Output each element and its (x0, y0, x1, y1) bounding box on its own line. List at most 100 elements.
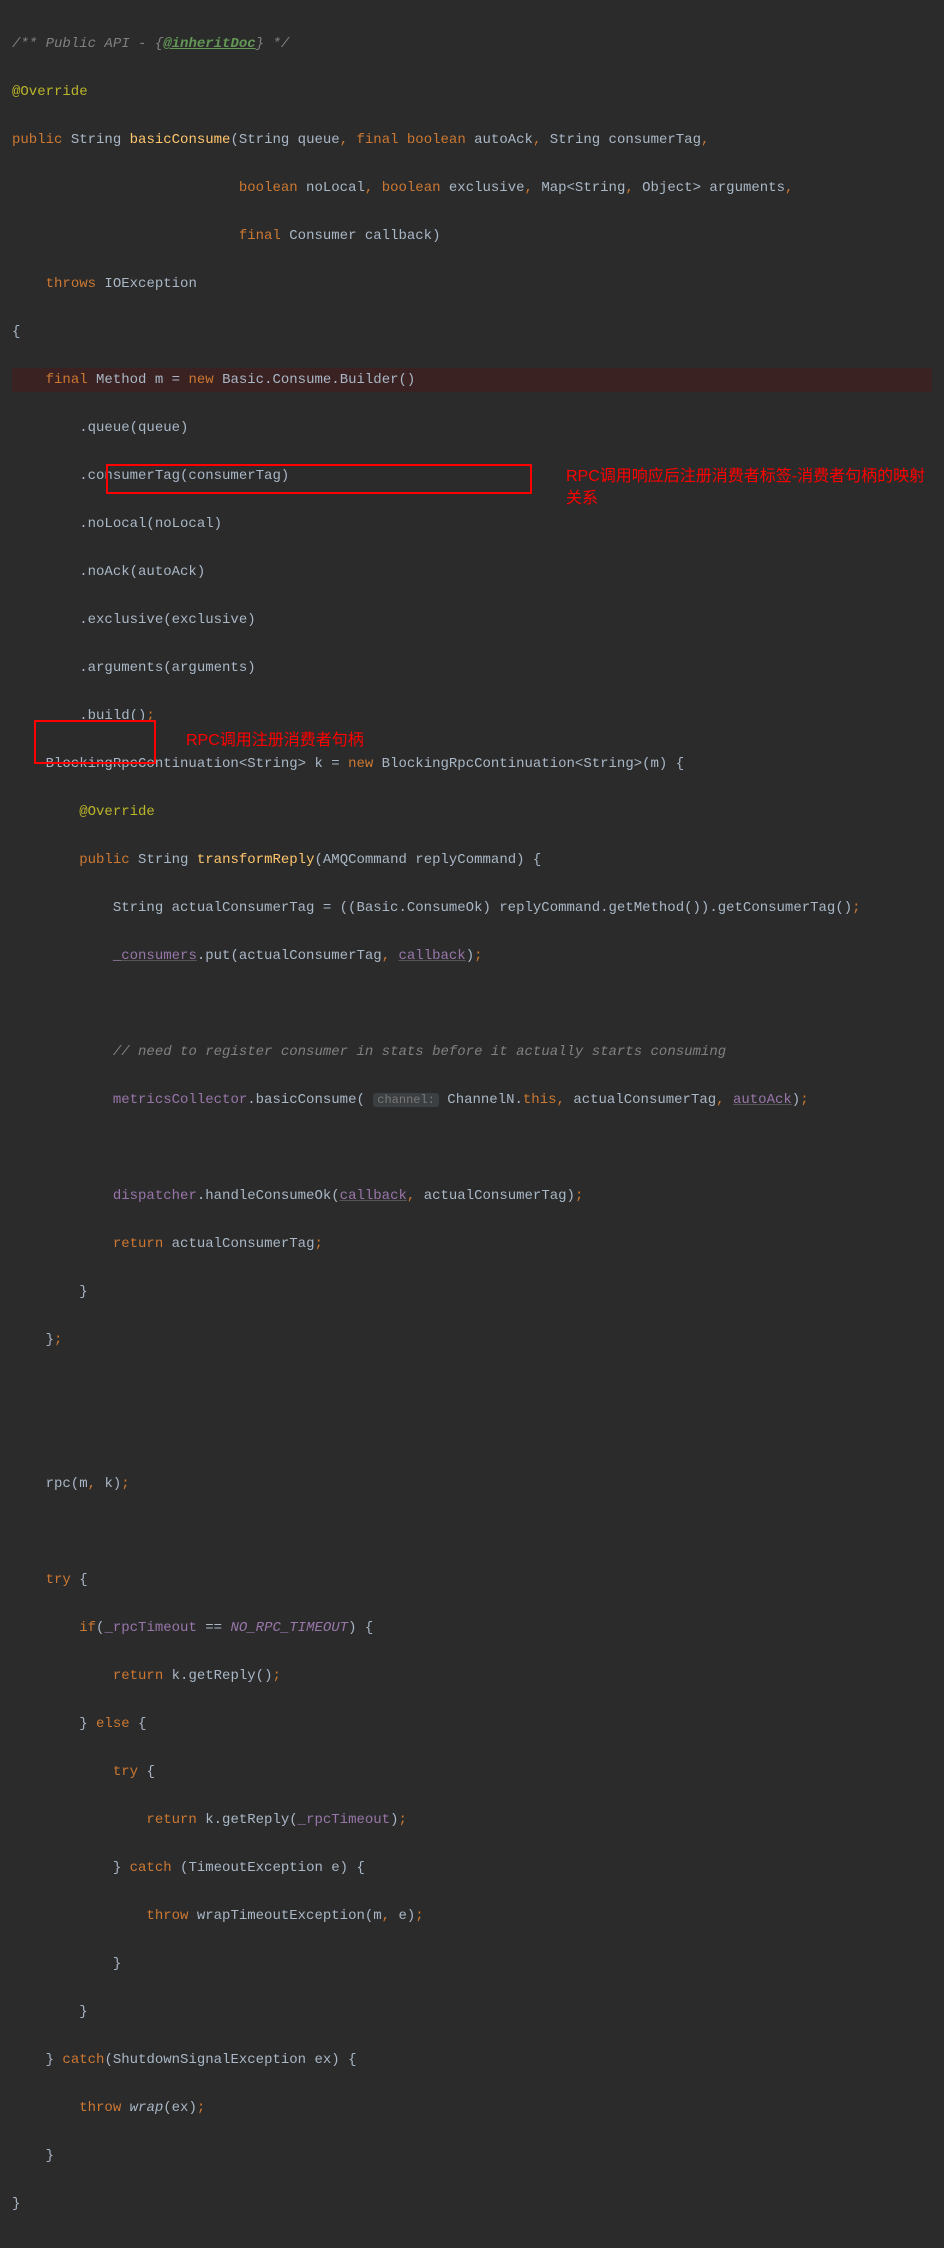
new-kw: new (188, 372, 213, 388)
comma: , (382, 948, 399, 964)
param: Map<String (541, 180, 625, 196)
throw-val: (ex) (163, 2100, 197, 2116)
brace: { (138, 1764, 155, 1780)
catch-sig: (TimeoutException e) { (172, 1860, 365, 1876)
code-line: // need to register consumer in stats be… (12, 1040, 932, 1064)
brace: } (12, 1332, 54, 1348)
code-line: } catch(ShutdownSignalException ex) { (12, 2048, 932, 2072)
var-decl: Method m = (88, 372, 189, 388)
final-boolean-kw: final boolean (357, 132, 466, 148)
paren: ) (390, 1812, 398, 1828)
operator: == (197, 1620, 231, 1636)
code-line: @Override (12, 80, 932, 104)
code-line: { (12, 320, 932, 344)
code-line: .exclusive(exclusive) (12, 608, 932, 632)
code-line: if(_rpcTimeout == NO_RPC_TIMEOUT) { (12, 1616, 932, 1640)
builder-call: .exclusive(exclusive) (12, 612, 256, 628)
semicolon: ; (415, 1908, 423, 1924)
return-val: k.getReply() (163, 1668, 272, 1684)
code-editor[interactable]: /** Public API - {@inheritDoc} */ @Overr… (0, 0, 944, 2248)
code-line-empty (12, 1136, 932, 1160)
paren: ( (96, 1620, 104, 1636)
return-type: String (62, 132, 129, 148)
code-line: rpc(m, k); (12, 1472, 932, 1496)
code-line: } (12, 2192, 932, 2216)
param: autoAck (466, 132, 533, 148)
semicolon: ; (399, 1812, 407, 1828)
boolean-kw: boolean (382, 180, 441, 196)
code-line: BlockingRpcContinuation<String> k = new … (12, 752, 932, 776)
code-line: _consumers.put(actualConsumerTag, callba… (12, 944, 932, 968)
semicolon: ; (54, 1332, 62, 1348)
code-line: throw wrapTimeoutException(m, e); (12, 1904, 932, 1928)
javadoc-comment-end: } */ (256, 36, 290, 52)
code-line-empty (12, 1424, 932, 1448)
brace: { (130, 1716, 147, 1732)
brace: { (12, 324, 20, 340)
try-kw: try (113, 1764, 138, 1780)
brace: } (12, 2196, 20, 2212)
line-comment: // need to register consumer in stats be… (113, 1044, 726, 1060)
code-line: .build(); (12, 704, 932, 728)
inheritdoc-tag: @inheritDoc (163, 36, 255, 52)
code-line: } else { (12, 1712, 932, 1736)
return-kw: return (113, 1668, 163, 1684)
final-kw: final (46, 372, 88, 388)
param: noLocal (298, 180, 365, 196)
new-kw: new (348, 756, 373, 772)
override-annotation: @Override (12, 84, 88, 100)
catch-sig: (ShutdownSignalException ex) { (104, 2052, 356, 2068)
throws-kw: throws (46, 276, 96, 292)
metrics-field: metricsCollector (113, 1092, 247, 1108)
try-kw: try (46, 1572, 71, 1588)
consumers-field: _consumers (113, 948, 197, 964)
code-line: dispatcher.handleConsumeOk(callback, act… (12, 1184, 932, 1208)
throw-kw: throw (79, 2100, 121, 2116)
comma: , (716, 1092, 733, 1108)
code-line: .noLocal(noLocal) (12, 512, 932, 536)
this-kw: this (523, 1092, 557, 1108)
override-annotation: @Override (79, 804, 155, 820)
builder-call: .build() (12, 708, 146, 724)
code-line: @Override (12, 800, 932, 824)
code-line: } (12, 1952, 932, 1976)
semicolon: ; (146, 708, 154, 724)
arg: actualConsumerTag (573, 1092, 716, 1108)
code-line: return actualConsumerTag; (12, 1232, 932, 1256)
autoack-var: autoAck (733, 1092, 792, 1108)
code-line: .arguments(arguments) (12, 656, 932, 680)
code-line: boolean noLocal, boolean exclusive, Map<… (12, 176, 932, 200)
comma: , (365, 180, 382, 196)
comma: , (533, 132, 550, 148)
brace: } (12, 2148, 54, 2164)
method-call: .handleConsumeOk( (197, 1188, 340, 1204)
comma: , (785, 180, 793, 196)
code-line: public String transformReply(AMQCommand … (12, 848, 932, 872)
arg: e) (398, 1908, 415, 1924)
brace: } (12, 1284, 88, 1300)
code-line-empty (12, 1376, 932, 1400)
param: (String queue (230, 132, 339, 148)
code-line: String actualConsumerTag = ((Basic.Consu… (12, 896, 932, 920)
code-line: } (12, 2000, 932, 2024)
code-line-empty (12, 992, 932, 1016)
code-line: throw wrap(ex); (12, 2096, 932, 2120)
semicolon: ; (575, 1188, 583, 1204)
else-kw: else (96, 1716, 130, 1732)
if-kw: if (79, 1620, 96, 1636)
method-name: basicConsume (130, 132, 231, 148)
semicolon: ; (474, 948, 482, 964)
no-rpc-timeout-const: NO_RPC_TIMEOUT (230, 1620, 348, 1636)
brace: { (71, 1572, 88, 1588)
catch-kw: catch (62, 2052, 104, 2068)
exception-type: IOException (96, 276, 197, 292)
code-line: throws IOException (12, 272, 932, 296)
wrap-method: wrap (121, 2100, 163, 2116)
return-type: String (130, 852, 197, 868)
rpc-call: rpc(m (12, 1476, 88, 1492)
brace: } (12, 2004, 88, 2020)
code-line: } (12, 2144, 932, 2168)
paren: ) (466, 948, 474, 964)
callback-var: callback (399, 948, 466, 964)
code-line-empty (12, 1520, 932, 1544)
